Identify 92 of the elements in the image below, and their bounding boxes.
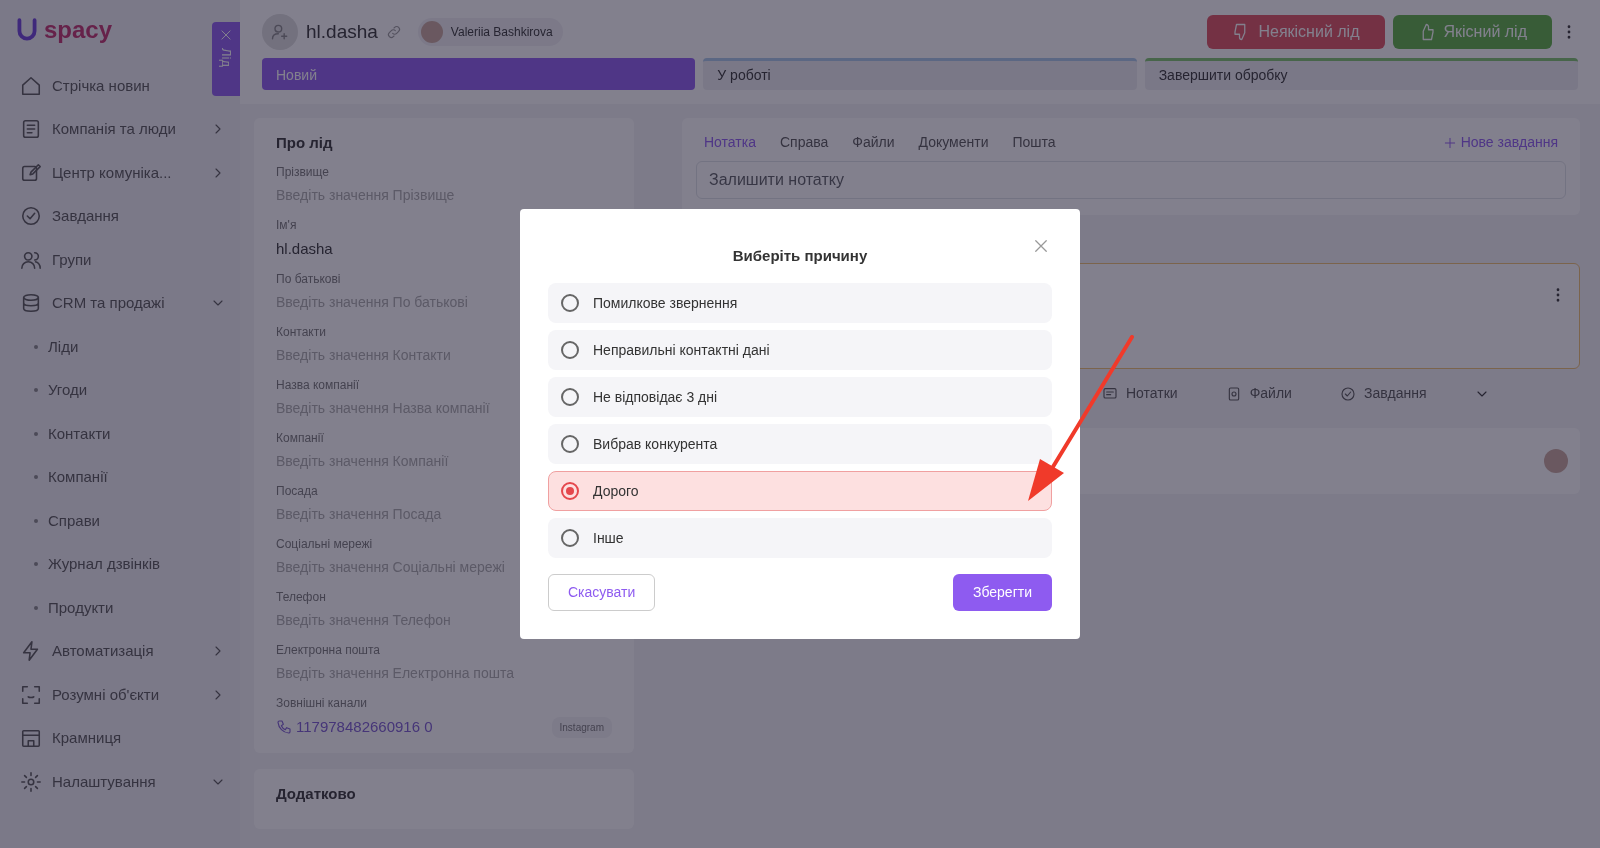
- check-circle-icon: [1339, 385, 1356, 402]
- stage-tab[interactable]: Новий: [262, 58, 696, 90]
- reason-option[interactable]: Не відповідає 3 дні: [548, 377, 1052, 418]
- sidebar-subitem[interactable]: Журнал дзвінків: [48, 553, 160, 576]
- pencil-square-icon: [20, 161, 42, 184]
- reason-option[interactable]: Вибрав конкурента: [548, 424, 1052, 465]
- sidebar-item[interactable]: Автоматизація: [52, 640, 154, 663]
- sidebar-item[interactable]: Завдання: [52, 205, 119, 228]
- filter-tab[interactable]: Завдання: [1339, 383, 1427, 404]
- gear-icon: [20, 770, 42, 793]
- bullet-icon: [34, 344, 38, 349]
- cancel-button[interactable]: Скасувати: [548, 574, 656, 612]
- sidebar-item[interactable]: Стрічка новин: [52, 74, 150, 97]
- side-tab[interactable]: Лід: [212, 22, 240, 96]
- reason-option[interactable]: Помилкове звернення: [548, 283, 1052, 324]
- card-title: Про лід: [276, 133, 334, 153]
- plus-icon: [1442, 135, 1457, 150]
- user-avatar: [1544, 449, 1568, 473]
- field-label: Посада: [276, 483, 318, 500]
- scan-face-icon: [20, 683, 42, 706]
- sidebar-subitem[interactable]: Продукти: [48, 596, 114, 619]
- list-icon: [20, 118, 42, 141]
- field-label: Назва компанії: [276, 377, 360, 394]
- sidebar-subitem[interactable]: Компанії: [48, 466, 108, 489]
- logo-text: spacy: [44, 15, 113, 45]
- sidebar-item[interactable]: Розумні об'єкти: [52, 683, 160, 706]
- bullet-icon: [34, 518, 38, 523]
- activity-tab[interactable]: Файли: [852, 132, 895, 153]
- card-title: Додатково: [276, 783, 357, 804]
- radio-icon: [561, 435, 579, 454]
- stack-icon: [20, 292, 42, 315]
- field-label: Телефон: [276, 589, 326, 606]
- field-label: Ім'я: [276, 216, 297, 234]
- sidebar-item[interactable]: CRM та продажі: [52, 292, 165, 315]
- stage-tab[interactable]: Завершити обробку: [1144, 58, 1578, 90]
- bullet-icon: [34, 388, 38, 393]
- phone-icon: [276, 719, 292, 736]
- house-icon: [20, 74, 42, 97]
- field-label: Зовнішні канали: [276, 695, 368, 712]
- note-field[interactable]: Залишити нотатку: [696, 161, 1566, 199]
- field-label: По батькові: [276, 271, 341, 288]
- sidebar-item[interactable]: Компанія та люди: [52, 118, 176, 141]
- sidebar-item[interactable]: Налаштування: [52, 770, 156, 793]
- sidebar-item[interactable]: Крамниця: [52, 727, 122, 750]
- reason-option[interactable]: Неправильні контактні дані: [548, 330, 1052, 371]
- channel-badge: Instagram: [551, 716, 612, 738]
- close-icon[interactable]: [219, 28, 233, 42]
- radio-icon: [561, 529, 579, 548]
- sidebar-subitem[interactable]: Ліди: [48, 335, 79, 358]
- side-tab-label: Лід: [217, 48, 235, 67]
- check-circle-icon: [20, 205, 42, 228]
- filter-tab[interactable]: Файли: [1225, 383, 1292, 404]
- person-plus-icon: [270, 22, 290, 42]
- owner-name: Valeriia Bashkirova: [450, 24, 553, 41]
- field-label: Компанії: [276, 430, 324, 447]
- field-label: Соціальні мережі: [276, 536, 373, 553]
- activity-tab[interactable]: Нотатка: [704, 132, 756, 153]
- link-icon[interactable]: [385, 24, 402, 40]
- field-label: Електронна пошта: [276, 642, 380, 659]
- radio-icon: [561, 294, 579, 313]
- filter-tab[interactable]: Нотатки: [1102, 383, 1178, 404]
- radio-icon: [561, 482, 579, 501]
- reason-option[interactable]: Інше: [548, 518, 1052, 559]
- reject-button[interactable]: Неякісний лід: [1207, 15, 1385, 49]
- bullet-icon: [34, 431, 38, 436]
- bullet-icon: [34, 605, 38, 610]
- sidebar-item[interactable]: Центр комуніка...: [52, 161, 172, 184]
- user-avatar: [420, 21, 443, 43]
- lead-title: hl.dasha: [306, 19, 378, 44]
- activity-tab[interactable]: Справа: [779, 132, 829, 153]
- save-button[interactable]: Зберегти: [953, 574, 1052, 612]
- bullet-icon: [34, 475, 38, 480]
- sidebar-subitem[interactable]: Контакти: [48, 422, 111, 445]
- new-task-link[interactable]: Нове завдання: [1442, 132, 1558, 153]
- sidebar-subitem[interactable]: Угоди: [48, 379, 88, 402]
- radio-icon: [561, 341, 579, 360]
- sidebar-subitem[interactable]: Справи: [48, 509, 100, 532]
- field-label: Контакти: [276, 324, 326, 341]
- phone-link[interactable]: 117978482660916 0: [296, 716, 548, 739]
- stage-tab[interactable]: У роботі: [703, 58, 1137, 90]
- message-icon: [1102, 385, 1118, 402]
- activity-tab[interactable]: Документи: [918, 132, 989, 153]
- radio-icon: [561, 388, 579, 407]
- dialog-title: Виберіть причину: [732, 246, 868, 264]
- approve-button[interactable]: Якісний лід: [1392, 15, 1552, 49]
- sidebar-item[interactable]: Групи: [52, 248, 92, 271]
- bullet-icon: [34, 562, 38, 567]
- owner-chip[interactable]: Valeriia Bashkirova: [417, 18, 563, 46]
- store-icon: [20, 727, 42, 750]
- activity-tab[interactable]: Пошта: [1012, 132, 1056, 153]
- reason-option[interactable]: Дорого: [548, 471, 1052, 512]
- field-label: Прізвище: [276, 163, 329, 181]
